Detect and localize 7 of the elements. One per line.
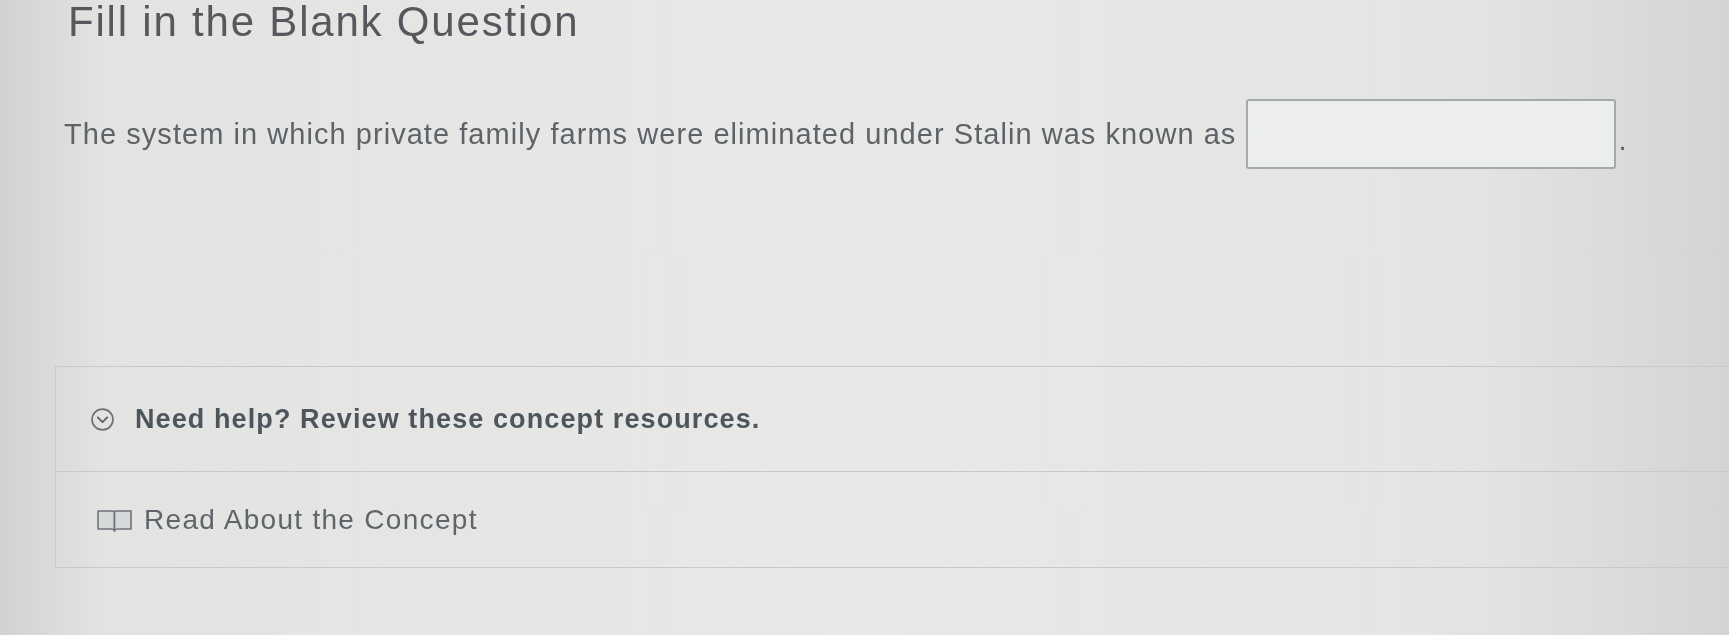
- question-text: The system in which private family farms were eliminated under Stalin was known as: [64, 117, 1237, 151]
- chevron-down-icon[interactable]: [91, 407, 114, 431]
- help-toggle-text[interactable]: Need help? Review these concept resources.: [135, 403, 761, 435]
- resource-link[interactable]: Read About the Concept: [144, 503, 478, 536]
- sentence-period: .: [1618, 124, 1628, 157]
- book-icon: [96, 507, 133, 532]
- question-type-heading: Fill in the Blank Question: [68, 0, 580, 44]
